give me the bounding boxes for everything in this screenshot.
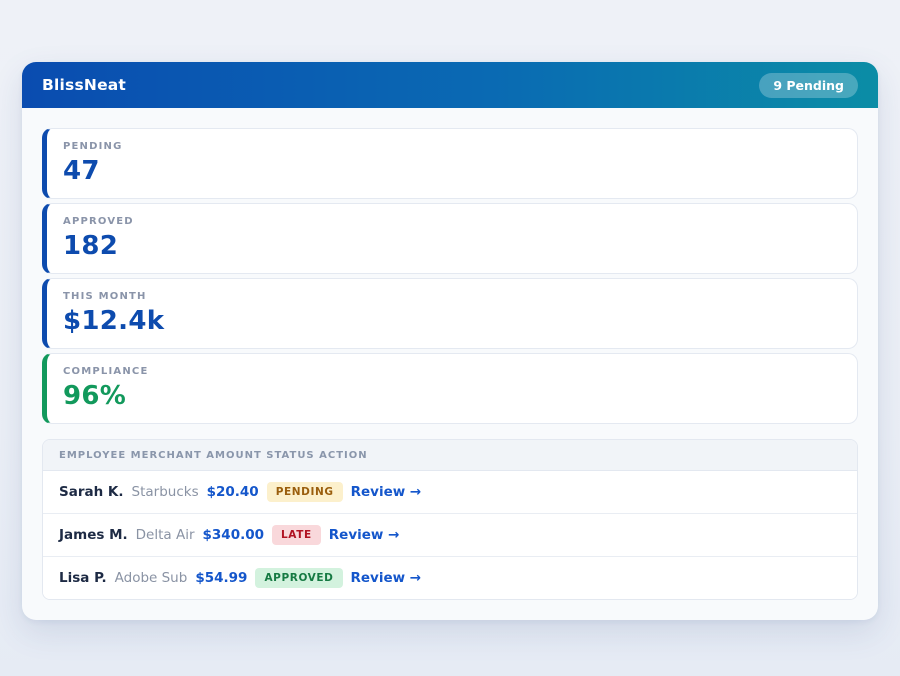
column-header: MERCHANT: [131, 450, 202, 461]
employee-name: Lisa P.: [59, 570, 107, 586]
employee-name: James M.: [59, 527, 128, 543]
status-badge: PENDING: [267, 482, 343, 502]
status-badge: APPROVED: [255, 568, 342, 588]
stat-value: 182: [63, 231, 841, 261]
merchant-name: Delta Air: [136, 527, 195, 543]
stat-card: THIS MONTH $12.4k: [42, 278, 858, 349]
amount-value: $54.99: [195, 570, 247, 586]
stat-card: COMPLIANCE 96%: [42, 353, 858, 424]
table-row: James M. Delta Air $340.00 LATE Review →: [43, 513, 857, 556]
review-link[interactable]: Review →: [351, 570, 422, 586]
employee-name: Sarah K.: [59, 484, 124, 500]
stat-value: 96%: [63, 381, 841, 411]
amount-value: $20.40: [207, 484, 259, 500]
stat-label: THIS MONTH: [63, 291, 841, 302]
column-header: ACTION: [319, 450, 368, 461]
merchant-name: Adobe Sub: [115, 570, 188, 586]
stat-value: $12.4k: [63, 306, 841, 336]
table-body: Sarah K. Starbucks $20.40 PENDING Review…: [43, 471, 857, 599]
review-link[interactable]: Review →: [329, 527, 400, 543]
merchant-name: Starbucks: [132, 484, 199, 500]
table-row: Lisa P. Adobe Sub $54.99 APPROVED Review…: [43, 556, 857, 599]
stats-section: PENDING 47 APPROVED 182 THIS MONTH $12.4…: [42, 128, 858, 424]
amount-value: $340.00: [203, 527, 265, 543]
review-link[interactable]: Review →: [351, 484, 422, 500]
stat-label: APPROVED: [63, 216, 841, 227]
stat-label: COMPLIANCE: [63, 366, 841, 377]
column-header: AMOUNT: [206, 450, 262, 461]
content-area: PENDING 47 APPROVED 182 THIS MONTH $12.4…: [22, 108, 878, 620]
stat-label: PENDING: [63, 141, 841, 152]
stat-card: PENDING 47: [42, 128, 858, 199]
status-badge: LATE: [272, 525, 321, 545]
pending-count-badge: 9 Pending: [759, 73, 858, 98]
app-header: BlissNeat 9 Pending: [22, 62, 878, 108]
column-header: STATUS: [266, 450, 314, 461]
app-card: BlissNeat 9 Pending PENDING 47 APPROVED …: [22, 62, 878, 620]
expenses-table: EMPLOYEE MERCHANT AMOUNT STATUS ACTION S…: [42, 439, 858, 600]
stat-value: 47: [63, 156, 841, 186]
table-row: Sarah K. Starbucks $20.40 PENDING Review…: [43, 471, 857, 513]
stat-card: APPROVED 182: [42, 203, 858, 274]
column-header: EMPLOYEE: [59, 450, 126, 461]
app-title: BlissNeat: [42, 76, 126, 94]
table-header-row: EMPLOYEE MERCHANT AMOUNT STATUS ACTION: [43, 440, 857, 471]
